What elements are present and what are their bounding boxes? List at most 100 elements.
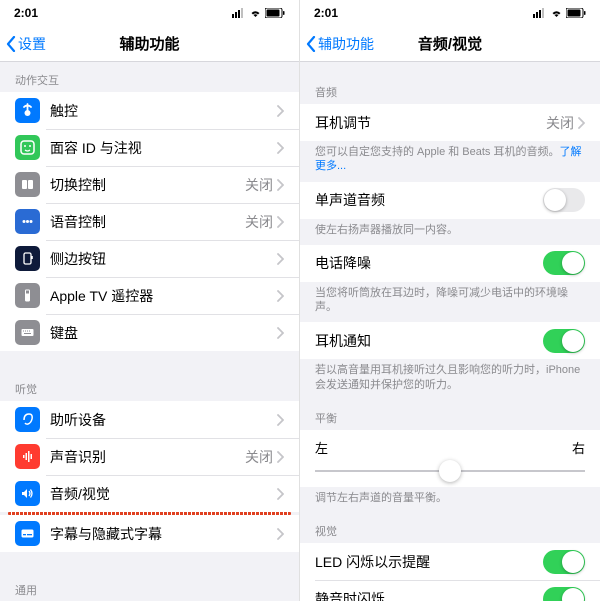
row-sound-recognition[interactable]: 声音识别 关闭	[0, 438, 299, 475]
row-headphone-notify[interactable]: 耳机通知	[300, 322, 600, 359]
sound-recognition-icon	[15, 444, 40, 469]
row-side-button[interactable]: 侧边按钮	[0, 240, 299, 277]
balance-slider[interactable]	[315, 461, 585, 481]
row-label: 静音时闪烁	[315, 589, 543, 601]
status-time: 2:01	[14, 6, 38, 20]
status-icons	[533, 8, 586, 18]
nav-back-button[interactable]: 设置	[0, 34, 46, 54]
balance-control: 左 右	[300, 430, 600, 487]
chevron-right-icon	[277, 528, 284, 540]
row-mono-audio[interactable]: 单声道音频	[300, 182, 600, 219]
balance-left-label: 左	[315, 438, 328, 457]
row-voice-control[interactable]: 语音控制 关闭	[0, 203, 299, 240]
chevron-right-icon	[277, 290, 284, 302]
row-headphone-adjust[interactable]: 耳机调节 关闭	[300, 104, 600, 141]
voice-control-icon	[15, 209, 40, 234]
keyboard-icon	[15, 320, 40, 345]
section-header: 视觉	[300, 513, 600, 543]
switch-control-icon	[15, 172, 40, 197]
chevron-right-icon	[277, 253, 284, 265]
section-footer: 若以高音量用耳机接听过久且影响您的听力时，iPhone 会发送通知并保护您的听力…	[300, 359, 600, 400]
chevron-left-icon	[6, 36, 16, 52]
nav-back-button[interactable]: 辅助功能	[300, 34, 374, 54]
row-group: 助听设备 声音识别 关闭 音频/视觉	[0, 401, 299, 512]
row-value: 关闭	[245, 447, 273, 467]
row-audio-visual[interactable]: 音频/视觉	[0, 475, 299, 512]
battery-icon	[566, 8, 586, 18]
row-appletv-remote[interactable]: Apple TV 遥控器	[0, 277, 299, 314]
battery-icon	[265, 8, 285, 18]
row-subtitles[interactable]: 字幕与隐藏式字幕	[0, 515, 299, 552]
nav-back-label: 辅助功能	[318, 34, 374, 54]
row-keyboard[interactable]: 键盘	[0, 314, 299, 351]
section-header: 动作交互	[0, 62, 299, 92]
chevron-right-icon	[277, 216, 284, 228]
section-header: 平衡	[300, 400, 600, 430]
status-time: 2:01	[314, 6, 338, 20]
row-group: 耳机通知	[300, 322, 600, 359]
toggle-phone-noise-cancel[interactable]	[543, 251, 585, 275]
appletv-remote-icon	[15, 283, 40, 308]
row-label: 助听设备	[50, 410, 277, 430]
row-led-flash[interactable]: LED 闪烁以示提醒	[300, 543, 600, 580]
nav-back-label: 设置	[18, 34, 46, 54]
row-label: 耳机通知	[315, 331, 543, 351]
toggle-flash-on-silent[interactable]	[543, 587, 585, 601]
status-icons	[232, 8, 285, 18]
section-header: 音频	[300, 74, 600, 104]
section-footer: 调节左右声道的音量平衡。	[300, 487, 600, 513]
signal-icon	[232, 8, 246, 18]
chevron-right-icon	[277, 179, 284, 191]
row-touch[interactable]: 触控	[0, 92, 299, 129]
row-value: 关闭	[245, 175, 273, 195]
row-faceid[interactable]: 面容 ID 与注视	[0, 129, 299, 166]
row-hearing-devices[interactable]: 助听设备	[0, 401, 299, 438]
wifi-icon	[550, 8, 563, 18]
row-label: 电话降噪	[315, 253, 543, 273]
hearing-devices-icon	[15, 407, 40, 432]
faceid-icon	[15, 135, 40, 160]
row-label: Apple TV 遥控器	[50, 286, 277, 306]
section-footer: 使左右扬声器播放同一内容。	[300, 219, 600, 245]
row-group: 单声道音频	[300, 182, 600, 219]
slider-thumb[interactable]	[439, 460, 461, 482]
row-label: 音频/视觉	[50, 484, 277, 504]
row-label: 语音控制	[50, 212, 245, 232]
section-header: 听觉	[0, 371, 299, 401]
toggle-led-flash[interactable]	[543, 550, 585, 574]
balance-right-label: 右	[572, 438, 585, 457]
row-group: 电话降噪	[300, 245, 600, 282]
chevron-left-icon	[306, 36, 316, 52]
status-bar: 2:01	[300, 0, 600, 26]
row-group: 字幕与隐藏式字幕	[0, 515, 299, 552]
section-footer: 当您将听筒放在耳边时，降噪可减少电话中的环境噪声。	[300, 282, 600, 323]
nav-bar: 设置 辅助功能	[0, 26, 299, 62]
screen-accessibility: 2:01 设置 辅助功能 动作交互 触控 面容 ID 与注视 切换控制 关闭	[0, 0, 300, 601]
touch-icon	[15, 98, 40, 123]
toggle-mono-audio[interactable]	[543, 188, 585, 212]
status-bar: 2:01	[0, 0, 299, 26]
row-group: LED 闪烁以示提醒 静音时闪烁	[300, 543, 600, 601]
chevron-right-icon	[578, 117, 585, 129]
row-group: 耳机调节 关闭	[300, 104, 600, 141]
row-flash-on-silent[interactable]: 静音时闪烁	[300, 580, 600, 601]
signal-icon	[533, 8, 547, 18]
row-switch-control[interactable]: 切换控制 关闭	[0, 166, 299, 203]
row-label: 面容 ID 与注视	[50, 138, 277, 158]
subtitles-icon	[15, 521, 40, 546]
row-label: 耳机调节	[315, 113, 546, 133]
chevron-right-icon	[277, 105, 284, 117]
row-phone-noise-cancel[interactable]: 电话降噪	[300, 245, 600, 282]
chevron-right-icon	[277, 414, 284, 426]
row-label: 侧边按钮	[50, 249, 277, 269]
row-label: 键盘	[50, 323, 277, 343]
toggle-headphone-notify[interactable]	[543, 329, 585, 353]
screen-audio-visual: 2:01 辅助功能 音频/视觉 音频 耳机调节 关闭 您可以自定您支持的 App…	[300, 0, 600, 601]
chevron-right-icon	[277, 451, 284, 463]
chevron-right-icon	[277, 327, 284, 339]
row-value: 关闭	[546, 113, 574, 133]
row-label: 字幕与隐藏式字幕	[50, 524, 277, 544]
row-value: 关闭	[245, 212, 273, 232]
side-button-icon	[15, 246, 40, 271]
row-label: 切换控制	[50, 175, 245, 195]
